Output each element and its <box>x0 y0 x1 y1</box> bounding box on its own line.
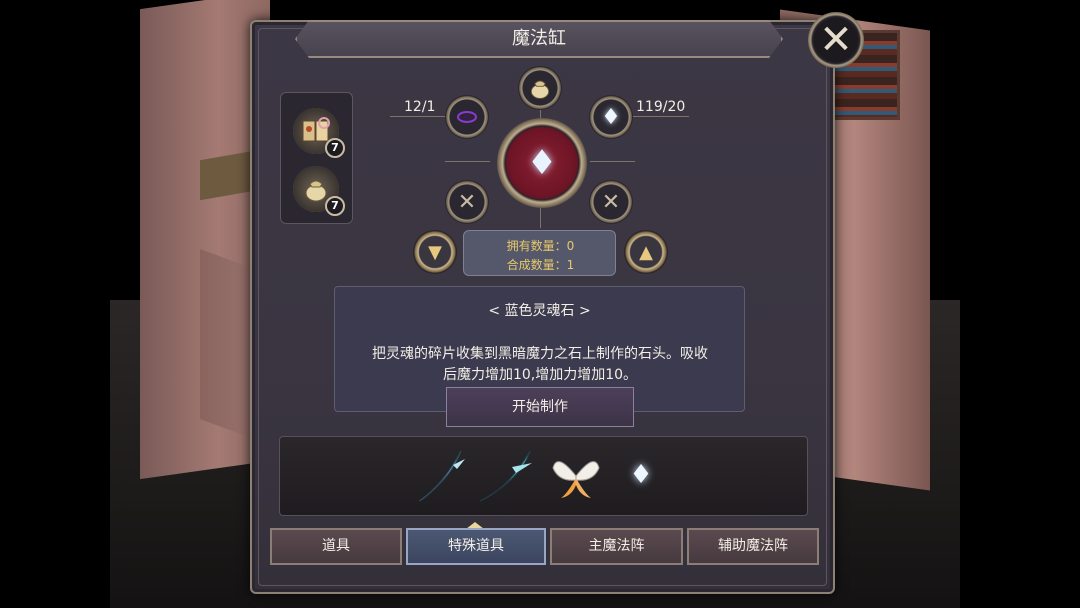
right-material-slot[interactable]: ♦ <box>589 95 633 139</box>
result-slot[interactable]: ♦ <box>497 118 587 208</box>
chevron-down-icon: ▼ <box>428 241 442 263</box>
blue-feather-blade-icon <box>418 450 465 502</box>
strip-item-spear-feather[interactable] <box>475 444 537 506</box>
empty-slot-right[interactable]: ✕ <box>589 180 633 224</box>
right-material-ratio: 119/20 <box>636 99 686 115</box>
chevron-up-icon: ▲ <box>639 241 653 263</box>
inventory-slot-magic-book[interactable]: 7 <box>293 108 345 158</box>
inventory-count: 7 <box>325 196 345 216</box>
item-description-line1: 把灵魂的碎片收集到黑暗魔力之石上制作的石头。吸收 <box>372 346 708 362</box>
empty-slot-icon: ✕ <box>601 189 621 215</box>
item-name: < 蓝色灵魂石 > <box>488 303 591 319</box>
connector-line <box>633 116 689 117</box>
strip-item-soul-flame[interactable]: ♦ <box>610 444 672 506</box>
tab-support-magic-circle[interactable]: 辅助魔法阵 <box>687 528 819 565</box>
connector-line <box>590 161 635 162</box>
cyan-spear-feather-icon <box>479 450 532 502</box>
craft-count: 合成数量：1 <box>506 258 575 272</box>
dark-vortex-icon <box>445 95 489 139</box>
pouch-icon <box>518 66 562 110</box>
start-craft-button[interactable]: 开始制作 <box>446 387 634 427</box>
item-description-line2: 后魔力增加10,增加力增加10。 <box>442 367 638 383</box>
decrease-button[interactable]: ▼ <box>413 230 457 274</box>
inventory-slot-pouch[interactable]: 7 <box>293 166 345 216</box>
increase-button[interactable]: ▲ <box>624 230 668 274</box>
item-description: 把灵魂的碎片收集到黑暗魔力之石上制作的石头。吸收 后魔力增加10,增加力增加10… <box>350 344 730 386</box>
item-strip <box>279 436 808 516</box>
connector-line <box>390 116 446 117</box>
tab-items[interactable]: 道具 <box>270 528 402 565</box>
blue-soul-flame-icon: ♦ <box>526 143 558 183</box>
empty-slot-left[interactable]: ✕ <box>445 180 489 224</box>
inventory-count: 7 <box>325 138 345 158</box>
top-material-slot[interactable] <box>518 66 562 110</box>
empty-slot-icon: ✕ <box>457 189 477 215</box>
white-wing-icon <box>552 461 600 498</box>
white-soul-flame-icon: ♦ <box>629 460 653 490</box>
left-material-ratio: 12/1 <box>404 99 436 115</box>
tab-special-items[interactable]: 特殊道具 <box>406 528 546 565</box>
left-material-slot[interactable] <box>445 95 489 139</box>
white-flame-icon: ♦ <box>601 104 621 130</box>
tab-main-magic-circle[interactable]: 主魔法阵 <box>550 528 683 565</box>
close-x-icon: ✕ <box>819 17 853 63</box>
strip-item-wing[interactable] <box>545 444 607 506</box>
connector-line <box>540 208 541 228</box>
owned-count: 拥有数量：0 <box>506 239 575 253</box>
quantity-box: 拥有数量：0 合成数量：1 <box>463 230 616 276</box>
connector-line <box>445 161 490 162</box>
close-button[interactable]: ✕ <box>808 12 864 68</box>
strip-item-feather-blade[interactable] <box>410 444 472 506</box>
panel-title: 魔法缸 <box>512 28 566 49</box>
